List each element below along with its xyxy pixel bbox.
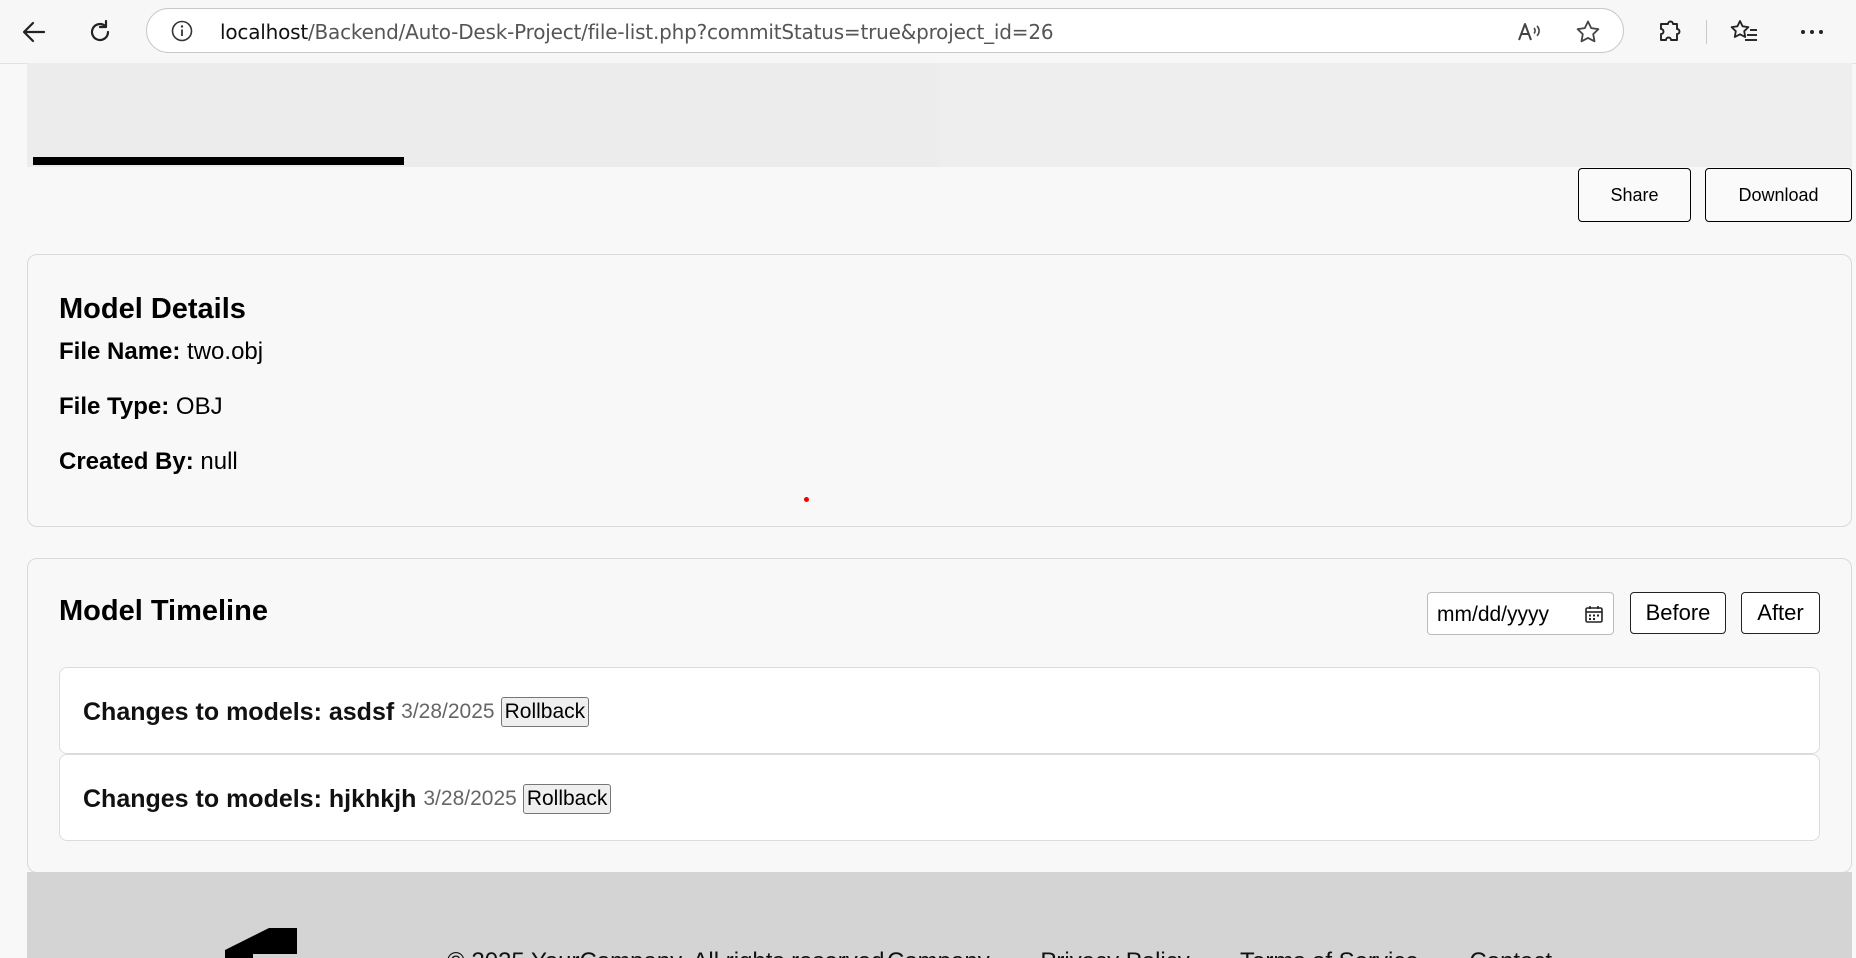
- more-options-icon[interactable]: [1794, 14, 1830, 50]
- loading-progress-bar: [33, 157, 404, 165]
- timeline-item-date: 3/28/2025: [423, 787, 517, 810]
- after-button[interactable]: After: [1741, 592, 1820, 634]
- before-button[interactable]: Before: [1630, 592, 1726, 634]
- created-by-label: Created By:: [59, 448, 194, 475]
- favorites-list-icon[interactable]: [1726, 14, 1762, 50]
- rollback-button[interactable]: Rollback: [500, 697, 590, 727]
- extensions-icon[interactable]: [1651, 14, 1687, 50]
- share-button[interactable]: Share: [1578, 168, 1691, 222]
- model-timeline-title: Model Timeline: [59, 595, 268, 627]
- url-text[interactable]: localhost/Backend/Auto-Desk-Project/file…: [220, 20, 1054, 44]
- page-footer: © 2025 YourCompany. All rights reserved.…: [27, 872, 1852, 958]
- file-type-value: OBJ: [175, 393, 223, 420]
- file-type-row: File Type: OBJ: [59, 393, 223, 421]
- back-arrow-icon[interactable]: [16, 14, 52, 50]
- company-logo: [225, 928, 297, 958]
- footer-link-privacy[interactable]: Privacy Policy: [1040, 948, 1189, 958]
- footer-link-company[interactable]: Company: [887, 948, 990, 958]
- file-name-value: two.obj: [187, 338, 264, 365]
- timeline-item-date: 3/28/2025: [401, 700, 495, 723]
- rollback-button[interactable]: Rollback: [522, 784, 612, 814]
- model-viewer[interactable]: [27, 63, 1852, 167]
- date-placeholder: mm/dd/yyyy: [1437, 603, 1550, 626]
- download-button[interactable]: Download: [1705, 168, 1852, 222]
- footer-link-contact[interactable]: Contact: [1469, 948, 1552, 958]
- browser-toolbar: localhost/Backend/Auto-Desk-Project/file…: [0, 0, 1856, 64]
- footer-links: Company Privacy Policy Terms of Service …: [887, 948, 1596, 958]
- calendar-icon[interactable]: [1584, 604, 1604, 624]
- refresh-icon[interactable]: [82, 14, 118, 50]
- file-name-label: File Name:: [59, 338, 181, 365]
- footer-link-terms[interactable]: Terms of Service: [1240, 948, 1419, 958]
- model-viewer-compare-pane[interactable]: [940, 63, 1852, 167]
- read-aloud-icon[interactable]: [1515, 18, 1543, 46]
- timeline-item: Changes to models: hjkhkjh 3/28/2025 Rol…: [59, 754, 1820, 841]
- info-icon[interactable]: [171, 20, 193, 42]
- toolbar-divider: [1706, 20, 1707, 44]
- created-by-row: Created By: null: [59, 448, 238, 476]
- cursor-marker: [804, 497, 809, 502]
- url-host: localhost: [220, 20, 308, 44]
- favorite-star-icon[interactable]: [1574, 18, 1602, 46]
- model-details-card: Model Details File Name: two.obj File Ty…: [27, 254, 1852, 527]
- file-type-label: File Type:: [59, 393, 170, 420]
- model-details-title: Model Details: [59, 293, 246, 325]
- created-by-value: null: [200, 448, 238, 475]
- footer-copyright: © 2025 YourCompany. All rights reserved.: [447, 948, 891, 958]
- address-bar[interactable]: localhost/Backend/Auto-Desk-Project/file…: [146, 8, 1624, 53]
- timeline-item-title: Changes to models: hjkhkjh: [83, 784, 417, 813]
- timeline-item-title: Changes to models: asdsf: [83, 697, 395, 726]
- file-name-row: File Name: two.obj: [59, 338, 263, 366]
- url-path: /Backend/Auto-Desk-Project/file-list.php…: [307, 20, 1054, 44]
- timeline-item: Changes to models: asdsf 3/28/2025 Rollb…: [59, 667, 1820, 754]
- timeline-date-input[interactable]: mm/dd/yyyy: [1427, 592, 1614, 635]
